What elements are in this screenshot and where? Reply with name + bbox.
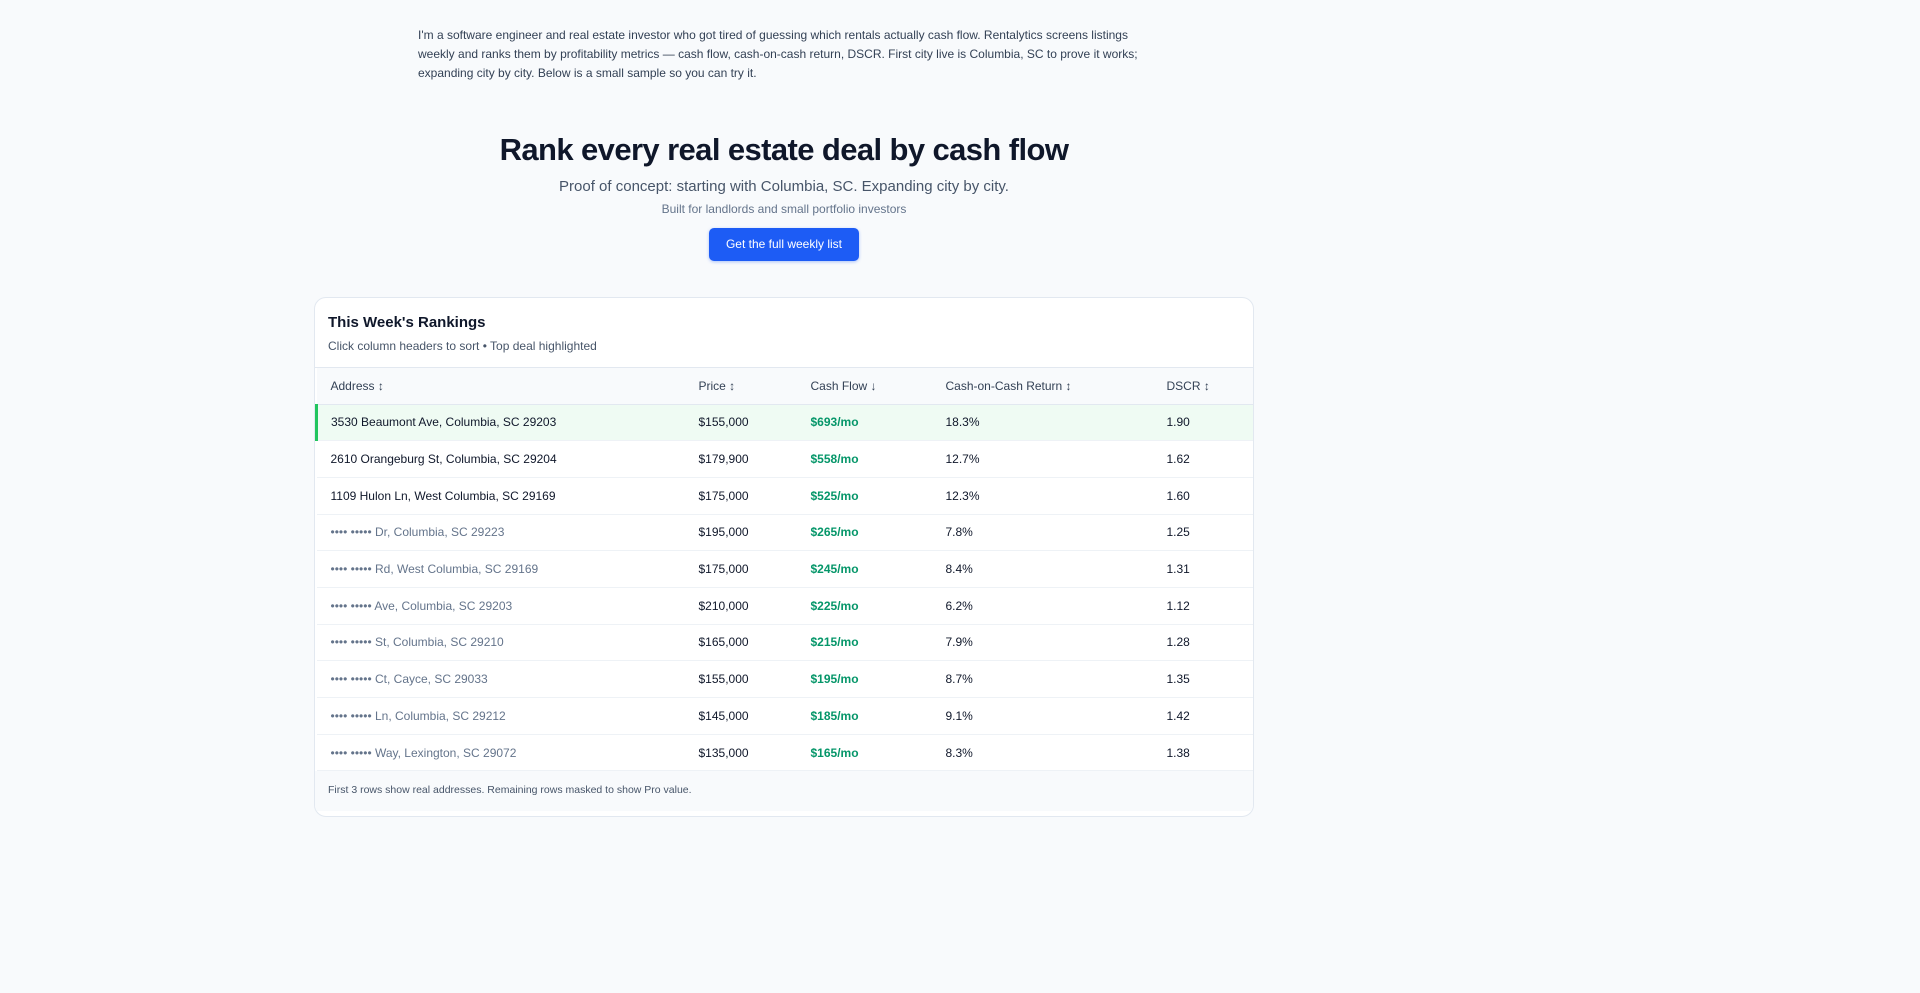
price-cell: $210,000 <box>698 587 811 625</box>
cash-flow-cell: $265/mo <box>810 514 946 552</box>
price-cell: $195,000 <box>698 514 811 552</box>
price-cell: $165,000 <box>698 624 811 662</box>
coc-return-cell: 6.2% <box>945 587 1167 625</box>
dscr-cell: 1.31 <box>1166 550 1253 588</box>
table-row-masked: •••• ••••• Dr, Columbia, SC 29223 $195,0… <box>316 514 1253 552</box>
price-cell: $135,000 <box>698 734 811 772</box>
coc-return-cell: 12.7% <box>945 440 1167 478</box>
price-cell: $145,000 <box>698 697 811 735</box>
table-header-row: Address ↕ Price ↕ Cash Flow ↓ Cash-on-Ca… <box>316 368 1253 405</box>
address-cell: 1109 Hulon Ln, West Columbia, SC 29169 <box>316 477 699 515</box>
coc-return-cell: 7.8% <box>945 514 1167 552</box>
get-weekly-list-button[interactable]: Get the full weekly list <box>709 228 859 261</box>
address-cell: 3530 Beaumont Ave, Columbia, SC 29203 <box>315 404 699 442</box>
price-cell: $175,000 <box>698 477 811 515</box>
coc-return-cell: 8.3% <box>945 734 1167 772</box>
dscr-cell: 1.38 <box>1166 734 1253 772</box>
masked-address-cell: •••• ••••• Dr, Columbia, SC 29223 <box>316 514 699 552</box>
table-row-masked: •••• ••••• St, Columbia, SC 29210 $165,0… <box>316 624 1253 662</box>
rankings-title: This Week's Rankings <box>328 314 486 331</box>
sort-price-header[interactable]: Price ↕ <box>698 368 811 405</box>
rankings-header: This Week's Rankings Click column header… <box>315 298 1253 368</box>
table-row: 2610 Orangeburg St, Columbia, SC 29204 $… <box>316 440 1253 478</box>
dscr-cell: 1.35 <box>1166 660 1253 698</box>
hero-audience: Built for landlords and small portfolio … <box>661 202 907 216</box>
hero-subtitle: Proof of concept: starting with Columbia… <box>559 178 1009 195</box>
coc-return-cell: 12.3% <box>945 477 1167 515</box>
rankings-card: This Week's Rankings Click column header… <box>314 297 1254 817</box>
sort-cash-flow-header[interactable]: Cash Flow ↓ <box>810 368 946 405</box>
cash-flow-cell: $185/mo <box>810 697 946 735</box>
coc-return-cell: 9.1% <box>945 697 1167 735</box>
intro-text: I'm a software engineer and real estate … <box>418 28 1138 80</box>
masked-address-cell: •••• ••••• St, Columbia, SC 29210 <box>316 624 699 662</box>
rankings-table: Address ↕ Price ↕ Cash Flow ↓ Cash-on-Ca… <box>315 368 1253 772</box>
dscr-cell: 1.28 <box>1166 624 1253 662</box>
dscr-cell: 1.42 <box>1166 697 1253 735</box>
table-row: 1109 Hulon Ln, West Columbia, SC 29169 $… <box>316 477 1253 515</box>
coc-return-cell: 8.7% <box>945 660 1167 698</box>
sort-coc-return-header[interactable]: Cash-on-Cash Return ↕ <box>945 368 1167 405</box>
dscr-cell: 1.25 <box>1166 514 1253 552</box>
rankings-subtitle: Click column headers to sort • Top deal … <box>328 339 597 353</box>
coc-return-cell: 8.4% <box>945 550 1167 588</box>
price-cell: $179,900 <box>698 440 811 478</box>
masked-address-cell: •••• ••••• Ct, Cayce, SC 29033 <box>316 660 699 698</box>
table-row-masked: •••• ••••• Ct, Cayce, SC 29033 $155,000 … <box>316 660 1253 698</box>
table-row-masked: •••• ••••• Ln, Columbia, SC 29212 $145,0… <box>316 697 1253 735</box>
masked-address-cell: •••• ••••• Rd, West Columbia, SC 29169 <box>316 550 699 588</box>
price-cell: $175,000 <box>698 550 811 588</box>
masked-address-cell: •••• ••••• Ave, Columbia, SC 29203 <box>316 587 699 625</box>
coc-return-cell: 7.9% <box>945 624 1167 662</box>
table-row-masked: •••• ••••• Ave, Columbia, SC 29203 $210,… <box>316 587 1253 625</box>
cash-flow-cell: $558/mo <box>810 440 946 478</box>
dscr-cell: 1.60 <box>1166 477 1253 515</box>
price-cell: $155,000 <box>698 404 811 442</box>
hero-section: Rank every real estate deal by cash flow… <box>0 130 1568 261</box>
cash-flow-cell: $245/mo <box>810 550 946 588</box>
cash-flow-cell: $215/mo <box>810 624 946 662</box>
dscr-cell: 1.62 <box>1166 440 1253 478</box>
masked-address-cell: •••• ••••• Ln, Columbia, SC 29212 <box>316 697 699 735</box>
table-row-top-deal: 3530 Beaumont Ave, Columbia, SC 29203 $1… <box>315 404 1253 442</box>
sort-address-header[interactable]: Address ↕ <box>316 368 699 405</box>
coc-return-cell: 18.3% <box>945 404 1167 442</box>
masked-address-cell: •••• ••••• Way, Lexington, SC 29072 <box>316 734 699 772</box>
cash-flow-cell: $525/mo <box>810 477 946 515</box>
dscr-cell: 1.90 <box>1166 404 1253 442</box>
price-cell: $155,000 <box>698 660 811 698</box>
cash-flow-cell: $693/mo <box>810 404 946 442</box>
address-cell: 2610 Orangeburg St, Columbia, SC 29204 <box>316 440 699 478</box>
cash-flow-cell: $165/mo <box>810 734 946 772</box>
sort-dscr-header[interactable]: DSCR ↕ <box>1166 368 1253 405</box>
cash-flow-cell: $225/mo <box>810 587 946 625</box>
rankings-footnote: First 3 rows show real addresses. Remain… <box>315 771 1253 812</box>
dscr-cell: 1.12 <box>1166 587 1253 625</box>
hero-title: Rank every real estate deal by cash flow <box>499 132 1069 167</box>
cash-flow-cell: $195/mo <box>810 660 946 698</box>
table-row-masked: •••• ••••• Rd, West Columbia, SC 29169 $… <box>316 550 1253 588</box>
table-row-masked: •••• ••••• Way, Lexington, SC 29072 $135… <box>316 734 1253 772</box>
